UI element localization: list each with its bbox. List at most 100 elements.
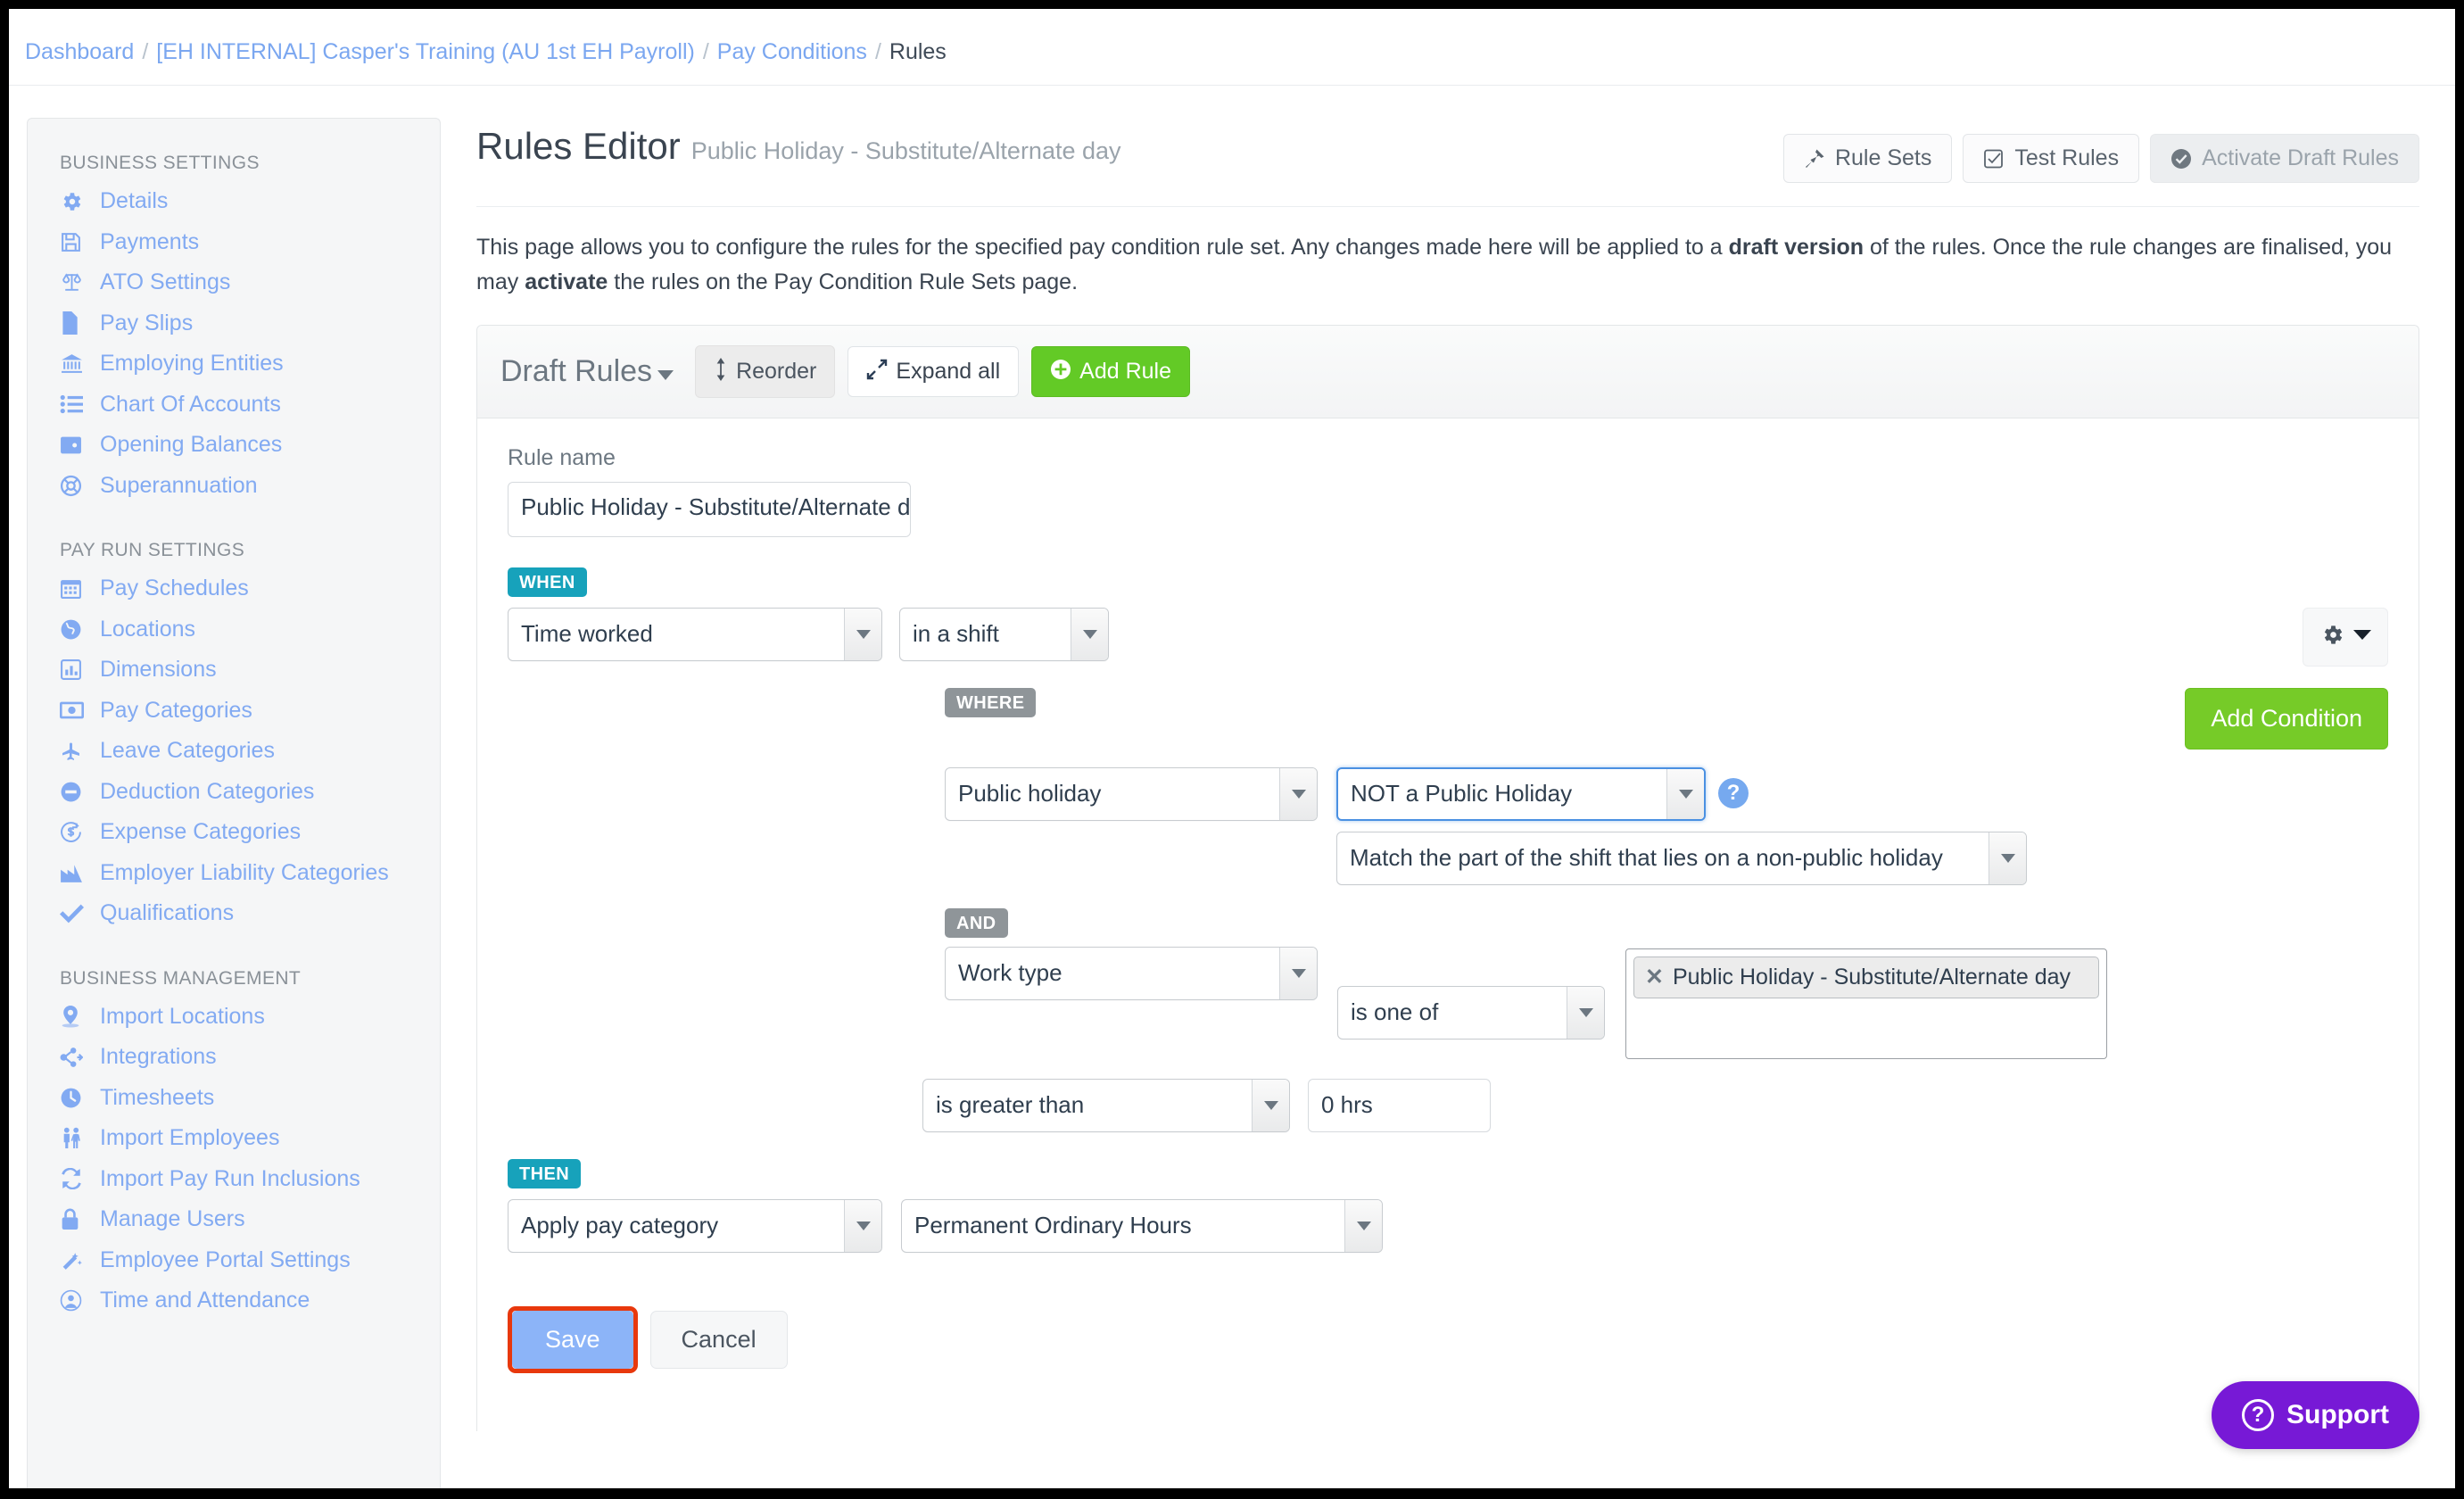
breadcrumb-separator: / xyxy=(874,39,881,64)
people-icon xyxy=(60,1127,90,1149)
when-scope-select[interactable]: in a shift xyxy=(899,607,1109,661)
sidebar-item-import-pay-run-inclusions[interactable]: Import Pay Run Inclusions xyxy=(28,1159,440,1200)
sidebar-item-ato-settings[interactable]: ATO Settings xyxy=(28,262,440,303)
sidebar-item-label: Employer Liability Categories xyxy=(100,859,389,885)
sidebar-item-chart-of-accounts[interactable]: Chart Of Accounts xyxy=(28,385,440,426)
add-rule-button[interactable]: Add Rule xyxy=(1031,345,1190,397)
then-action-value: Apply pay category xyxy=(521,1212,719,1238)
and-field-select[interactable]: Work type xyxy=(945,946,1318,1000)
sidebar-item-pay-categories[interactable]: Pay Categories xyxy=(28,691,440,732)
sidebar-item-dimensions[interactable]: Dimensions xyxy=(28,650,440,691)
sidebar-item-label: Time and Attendance xyxy=(100,1288,310,1313)
sidebar-item-label: Manage Users xyxy=(100,1206,245,1231)
intro-paragraph: This page allows you to configure the ru… xyxy=(476,230,2419,300)
wallet-icon xyxy=(60,435,90,456)
reorder-button[interactable]: Reorder xyxy=(695,344,836,398)
sidebar-item-employer-liability-categories[interactable]: Employer Liability Categories xyxy=(28,853,440,894)
then-action-select[interactable]: Apply pay category xyxy=(508,1198,882,1253)
intro-part-1: This page allows you to configure the ru… xyxy=(476,235,1729,260)
multiselect-tag-label: Public Holiday - Substitute/Alternate da… xyxy=(1672,964,2071,990)
test-rules-button[interactable]: Test Rules xyxy=(1963,134,2140,183)
where-match-select[interactable]: Match the part of the shift that lies on… xyxy=(1336,831,2027,885)
then-value-select[interactable]: Permanent Ordinary Hours xyxy=(901,1198,1383,1253)
sidebar-item-deduction-categories[interactable]: Deduction Categories xyxy=(28,772,440,813)
rule-sets-button[interactable]: Rule Sets xyxy=(1782,134,1953,183)
sidebar-item-label: Employing Entities xyxy=(100,351,284,376)
support-button[interactable]: ? Support xyxy=(2212,1381,2419,1449)
duration-operator-select[interactable]: is greater than xyxy=(922,1078,1290,1132)
intro-part-3: the rules on the Pay Condition Rule Sets… xyxy=(608,269,1079,294)
sidebar-item-expense-categories[interactable]: Expense Categories xyxy=(28,812,440,853)
sidebar-item-qualifications[interactable]: Qualifications xyxy=(28,893,440,934)
and-values-multiselect[interactable]: ✕ Public Holiday - Substitute/Alternate … xyxy=(1625,948,2107,1059)
file-icon xyxy=(60,311,90,335)
money-icon xyxy=(60,700,90,720)
sidebar-item-label: Payments xyxy=(100,228,200,254)
sidebar-item-timesheets[interactable]: Timesheets xyxy=(28,1078,440,1119)
when-subject-select[interactable]: Time worked xyxy=(508,607,882,661)
sidebar-item-opening-balances[interactable]: Opening Balances xyxy=(28,425,440,466)
cancel-button[interactable]: Cancel xyxy=(649,1310,788,1369)
page-border-right xyxy=(2455,0,2464,1499)
bank-icon xyxy=(60,352,90,375)
activate-draft-rules-button[interactable]: Activate Draft Rules xyxy=(2150,134,2419,183)
multiselect-tag[interactable]: ✕ Public Holiday - Substitute/Alternate … xyxy=(1633,956,2099,998)
header-divider xyxy=(476,206,2419,207)
page-subtitle: Public Holiday - Substitute/Alternate da… xyxy=(690,137,1121,164)
sidebar-group-title-business-management: BUSINESS MANAGEMENT xyxy=(60,967,302,989)
gear-icon xyxy=(2320,623,2344,651)
calendar-icon xyxy=(60,577,90,600)
sidebar-item-pay-slips[interactable]: Pay Slips xyxy=(28,303,440,344)
header-buttons: Rule Sets Test Rules Activate Draft Rule… xyxy=(1782,125,2419,183)
and-operator-select[interactable]: is one of xyxy=(1337,985,1605,1039)
sidebar-item-locations[interactable]: Locations xyxy=(28,609,440,650)
when-subject-value: Time worked xyxy=(521,620,653,647)
gear-icon xyxy=(60,190,90,213)
rule-name-input[interactable]: Public Holiday - Substitute/Alternate da… xyxy=(508,481,911,537)
sidebar-item-superannuation[interactable]: Superannuation xyxy=(28,466,440,507)
clock-icon xyxy=(60,1087,90,1109)
sidebar-item-employee-portal-settings[interactable]: Employee Portal Settings xyxy=(28,1240,440,1281)
sidebar-item-details[interactable]: Details xyxy=(28,181,440,222)
map-pin-icon xyxy=(60,1005,90,1028)
sidebar-item-payments[interactable]: Payments xyxy=(28,222,440,263)
breadcrumb-item-pay-conditions[interactable]: Pay Conditions xyxy=(717,39,867,64)
page-border-top xyxy=(0,0,2464,9)
add-condition-button[interactable]: Add Condition xyxy=(2185,687,2388,750)
breadcrumb-item-dashboard[interactable]: Dashboard xyxy=(25,39,134,64)
sidebar-item-pay-schedules[interactable]: Pay Schedules xyxy=(28,568,440,609)
breadcrumb-item-business[interactable]: [EH INTERNAL] Casper's Training (AU 1st … xyxy=(156,39,695,64)
sidebar-item-employing-entities[interactable]: Employing Entities xyxy=(28,344,440,385)
check-icon xyxy=(60,904,90,923)
rule-editor-body: Rule name Public Holiday - Substitute/Al… xyxy=(477,418,2419,1373)
page-title-text: Rules Editor xyxy=(476,125,681,167)
sidebar-item-integrations[interactable]: Integrations xyxy=(28,1037,440,1078)
where-operator-value: NOT a Public Holiday xyxy=(1351,780,1573,807)
chevron-down-icon xyxy=(657,369,674,380)
sidebar-item-label: Timesheets xyxy=(100,1084,215,1110)
rule-settings-menu[interactable] xyxy=(2303,607,2388,667)
sidebar-item-import-employees[interactable]: Import Employees xyxy=(28,1118,440,1159)
remove-tag-icon[interactable]: ✕ xyxy=(1645,964,1664,991)
help-icon[interactable]: ? xyxy=(1718,777,1749,808)
rule-sets-label: Rule Sets xyxy=(1834,145,1932,170)
duration-value-input[interactable]: 0 hrs xyxy=(1308,1078,1491,1132)
sidebar-item-time-and-attendance[interactable]: Time and Attendance xyxy=(28,1280,440,1321)
draft-rules-dropdown[interactable]: Draft Rules xyxy=(500,354,674,389)
sidebar-item-manage-users[interactable]: Manage Users xyxy=(28,1199,440,1240)
magic-wand-icon xyxy=(60,1249,90,1271)
plane-icon xyxy=(60,741,90,762)
sidebar-item-label: Employee Portal Settings xyxy=(100,1246,351,1272)
breadcrumb: Dashboard / [EH INTERNAL] Casper's Trainin… xyxy=(9,9,2455,86)
and-tag: AND xyxy=(945,907,1008,938)
sidebar-item-import-locations[interactable]: Import Locations xyxy=(28,997,440,1038)
sidebar-item-label: Deduction Categories xyxy=(100,778,315,804)
where-operator-select[interactable]: NOT a Public Holiday xyxy=(1336,766,1706,821)
sidebar-item-label: Locations xyxy=(100,616,196,642)
save-button[interactable]: Save xyxy=(512,1310,633,1369)
breadcrumb-separator: / xyxy=(142,39,149,64)
sidebar-item-leave-categories[interactable]: Leave Categories xyxy=(28,731,440,772)
expand-all-button[interactable]: Expand all xyxy=(848,345,1020,397)
where-field-select[interactable]: Public holiday xyxy=(945,766,1318,821)
user-circle-icon xyxy=(60,1289,90,1312)
